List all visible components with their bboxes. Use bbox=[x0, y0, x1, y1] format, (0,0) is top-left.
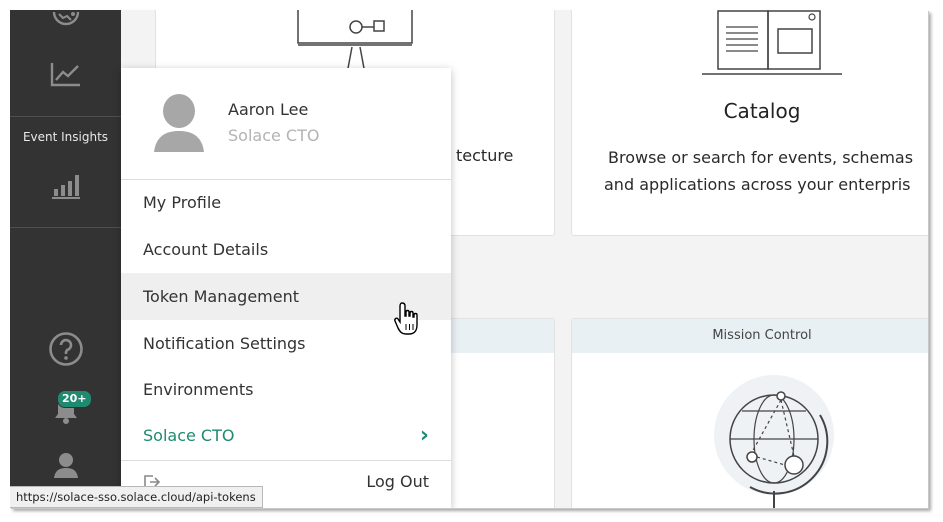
bar-chart-icon[interactable] bbox=[10, 172, 121, 200]
avatar bbox=[154, 94, 204, 152]
menu-divider bbox=[121, 460, 451, 461]
logout-button[interactable]: Log Out bbox=[366, 472, 429, 491]
menu-item-organization[interactable]: Solace CTO › bbox=[121, 412, 451, 459]
user-icon[interactable] bbox=[10, 450, 121, 480]
menu-item-account-details[interactable]: Account Details bbox=[121, 226, 451, 273]
organization-label: Solace CTO bbox=[143, 426, 235, 445]
globe-icon[interactable] bbox=[10, 10, 121, 32]
designer-illustration bbox=[286, 10, 426, 77]
chevron-right-icon: › bbox=[419, 423, 429, 448]
globe-illustration bbox=[714, 375, 834, 508]
profile-header: Aaron Lee Solace CTO bbox=[121, 68, 451, 180]
mission-control-card-header: Mission Control bbox=[572, 319, 928, 353]
sidebar-nav: Event Insights 20+ bbox=[10, 10, 121, 508]
sidebar-divider bbox=[10, 227, 121, 228]
sidebar-section-label: Event Insights bbox=[22, 130, 109, 144]
mission-control-card[interactable]: Mission Control bbox=[571, 318, 928, 508]
profile-name: Aaron Lee bbox=[228, 100, 309, 119]
menu-item-environments[interactable]: Environments bbox=[121, 366, 451, 413]
sidebar-divider bbox=[10, 116, 121, 117]
catalog-card-title: Catalog bbox=[723, 99, 801, 123]
notifications-badge: 20+ bbox=[57, 390, 92, 408]
designer-card-description: tecture bbox=[456, 146, 514, 165]
hand-cursor-icon bbox=[394, 302, 418, 335]
menu-item-my-profile[interactable]: My Profile bbox=[121, 179, 451, 226]
profile-role: Solace CTO bbox=[228, 126, 320, 145]
catalog-card-desc-line2: and applications across your enterpris bbox=[604, 175, 911, 194]
catalog-card[interactable]: Catalog Browse or search for events, sch… bbox=[571, 10, 928, 236]
catalog-illustration bbox=[702, 10, 842, 75]
help-icon[interactable] bbox=[10, 330, 121, 368]
user-dropdown-menu: Aaron Lee Solace CTO My Profile Account … bbox=[121, 68, 451, 508]
catalog-card-desc-line1: Browse or search for events, schemas bbox=[608, 148, 914, 167]
browser-viewport: Event Insights 20+ tecture Catalog Brows… bbox=[10, 10, 928, 508]
status-bar-url: https://solace-sso.solace.cloud/api-toke… bbox=[10, 486, 263, 508]
chart-line-icon[interactable] bbox=[10, 60, 121, 88]
